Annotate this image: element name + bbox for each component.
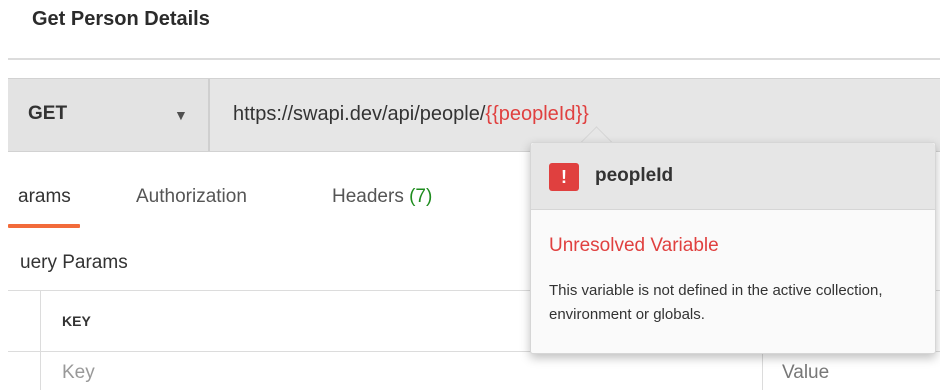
url-variable: {{peopleId}} (485, 103, 589, 125)
variable-status: Unresolved Variable (549, 235, 719, 256)
table-row: Key Value (8, 350, 940, 390)
query-params-title: uery Params (20, 252, 128, 273)
chevron-down-icon: ▼ (174, 107, 188, 123)
method-dropdown[interactable]: GET ▼ (8, 79, 210, 151)
request-title: Get Person Details (32, 8, 210, 30)
tab-authorization[interactable]: Authorization (136, 186, 247, 208)
key-input[interactable]: Key (62, 362, 95, 384)
tab-params[interactable]: arams (18, 186, 71, 208)
active-tab-indicator (8, 224, 80, 228)
method-label: GET (28, 103, 68, 124)
tab-headers-label: Headers (332, 186, 404, 207)
tab-headers[interactable]: Headers (7) (332, 186, 432, 208)
tab-headers-count: (7) (409, 186, 433, 207)
header-divider (8, 58, 940, 60)
variable-name: peopleId (595, 165, 674, 186)
tab-params-label: arams (18, 186, 71, 207)
key-column-header: KEY (62, 313, 91, 329)
url-prefix: https://swapi.dev/api/people/ (233, 103, 486, 125)
variable-tooltip: ! peopleId Unresolved Variable This vari… (530, 142, 936, 354)
row-checkbox-column (8, 290, 41, 390)
warning-icon: ! (549, 163, 579, 191)
url-input[interactable]: https://swapi.dev/api/people/{{peopleId}… (233, 103, 589, 126)
value-input[interactable]: Value (782, 362, 829, 384)
tab-authorization-label: Authorization (136, 186, 247, 207)
tooltip-header: ! peopleId (531, 143, 935, 210)
variable-description: This variable is not defined in the acti… (549, 282, 883, 323)
request-bar: GET ▼ https://swapi.dev/api/people/{{peo… (8, 78, 940, 152)
